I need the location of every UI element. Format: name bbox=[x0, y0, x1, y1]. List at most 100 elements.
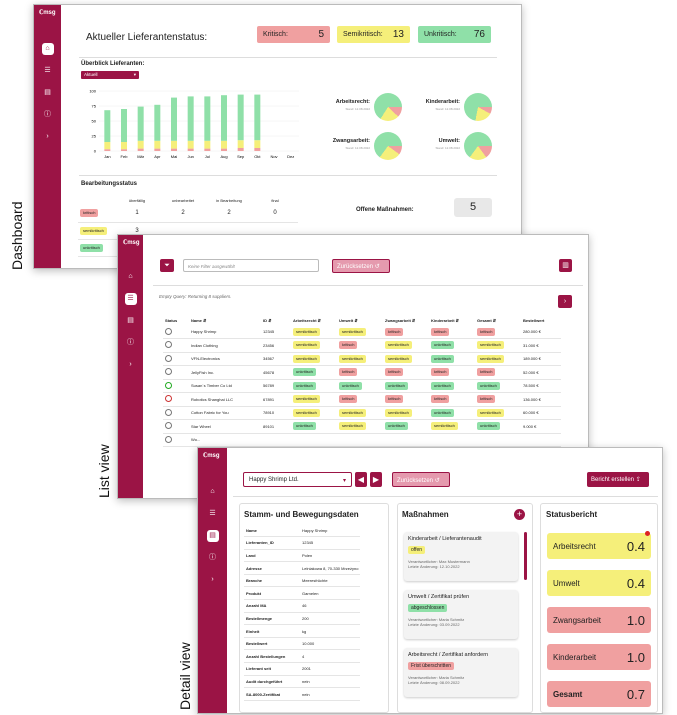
supplier-id: 34567 bbox=[263, 356, 275, 362]
measure-card[interactable]: Umwelt / Zertifikat prüfen abgeschlossen V… bbox=[404, 590, 518, 639]
bar-semikritisch bbox=[121, 142, 127, 150]
status-pill: unkritisch bbox=[477, 381, 500, 390]
column-header[interactable]: ID ⇵ bbox=[261, 315, 291, 325]
reset-icon: ↺ bbox=[374, 264, 380, 270]
y-tick-label: 0 bbox=[94, 149, 97, 154]
column-header[interactable]: Gesamt ⇵ bbox=[475, 315, 521, 325]
measure-status: offen bbox=[408, 546, 426, 554]
expand-icon[interactable]: › bbox=[207, 574, 219, 586]
bar-unkritisch bbox=[137, 106, 144, 141]
field-label: Bestellwert bbox=[246, 641, 268, 647]
field-value: 46 bbox=[302, 603, 307, 609]
field-label: Bestellmenge bbox=[246, 615, 273, 621]
info-icon[interactable]: ⓘ bbox=[125, 337, 137, 349]
column-header[interactable]: Arbeitsrecht ⇵ bbox=[291, 315, 337, 325]
column-header[interactable]: Status bbox=[163, 315, 189, 325]
open-measures-value: 5 bbox=[454, 198, 492, 217]
sidebar: ℂmsg ⌂ ☰ ▤ ⓘ › bbox=[34, 5, 61, 268]
order-value: 78.500 € bbox=[523, 383, 539, 389]
column-header[interactable]: Bestellwert bbox=[521, 315, 561, 325]
list-icon[interactable]: ☰ bbox=[207, 508, 219, 520]
reset-button[interactable]: Zurücksetzen ↺ bbox=[332, 259, 390, 273]
column-header[interactable]: Kinderarbeit ⇵ bbox=[429, 315, 475, 325]
status-pill: semikritisch bbox=[477, 341, 504, 350]
measures-scrollbar[interactable] bbox=[524, 532, 527, 580]
status-row: Arbeitsrecht 0.4 bbox=[547, 533, 651, 559]
x-tick-label: Jan bbox=[104, 154, 110, 159]
map-button[interactable]: ▥ bbox=[559, 259, 572, 272]
status-label: Kinderarbeit bbox=[553, 652, 597, 662]
dashboard-window: ℂmsg ⌂ ☰ ▤ ⓘ › Aktueller Lieferantenstat… bbox=[33, 4, 522, 269]
overview-title: Überblick Lieferanten: bbox=[81, 61, 145, 67]
status-pill: semikritisch bbox=[385, 354, 412, 363]
table-row[interactable]: JellyFish Inc. 45678 unkritisch kritisch kri… bbox=[163, 366, 561, 379]
status-pill: semikritisch bbox=[339, 354, 366, 363]
list-icon[interactable]: ☰ bbox=[124, 293, 137, 305]
filter-icon: ⏷ bbox=[164, 262, 170, 269]
reset-button[interactable]: Zurücksetzen ↺ bbox=[392, 472, 450, 487]
supplier-id: 67891 bbox=[263, 396, 275, 402]
measure-card[interactable]: Kinderarbeit / Lieferantenaudit offen Vera… bbox=[404, 532, 518, 581]
brand-logo: ℂmsg bbox=[203, 453, 220, 459]
bar-kritisch bbox=[137, 148, 144, 151]
info-icon[interactable]: ⓘ bbox=[207, 552, 219, 564]
dashboard-icon[interactable]: ⌂ bbox=[41, 43, 54, 55]
bar-semikritisch bbox=[171, 140, 177, 149]
detail-icon[interactable]: ▤ bbox=[42, 87, 54, 99]
table-row[interactable]: Cotton Fabric for You 78910 semikritisch se… bbox=[163, 406, 561, 420]
add-measure-button[interactable]: + bbox=[514, 509, 525, 520]
reset-icon: ↺ bbox=[434, 478, 440, 484]
status-pill: semikritisch bbox=[293, 395, 320, 404]
supplier-id: 56789 bbox=[263, 383, 275, 389]
list-icon[interactable]: ☰ bbox=[42, 65, 54, 77]
prev-button[interactable]: ◀ bbox=[355, 472, 367, 487]
y-tick-label: 100 bbox=[89, 89, 96, 94]
status-pill: semikritisch bbox=[339, 327, 366, 336]
table-row[interactable]: Star Wheel 89101 unkritisch semikritisch unk… bbox=[163, 420, 561, 433]
table-row[interactable]: Indian Clothing 23456 semikritisch kritisch… bbox=[163, 339, 561, 352]
table-row[interactable]: Wo... bbox=[163, 433, 561, 447]
status-value: 1.0 bbox=[626, 612, 645, 628]
x-tick-label: Jun bbox=[187, 154, 193, 159]
measure-date: Letzte Änderung: 08.09.2022 bbox=[408, 680, 460, 685]
measure-card[interactable]: Arbeitsrecht / Zertifikat anfordern Frist… bbox=[404, 648, 518, 697]
status-row: Umwelt 0.4 bbox=[547, 570, 651, 596]
next-button[interactable]: ▶ bbox=[370, 472, 382, 487]
bar-semikritisch bbox=[204, 140, 211, 149]
field-value: nein bbox=[302, 691, 310, 697]
status-icon bbox=[165, 395, 172, 403]
status-pill: unkritisch bbox=[431, 408, 454, 417]
measure-date: Letzte Änderung: 03.09.2022 bbox=[408, 622, 460, 627]
report-button[interactable]: Bericht erstellen ⇪ bbox=[587, 472, 649, 487]
filter-button[interactable]: ⏷ bbox=[160, 259, 174, 272]
table-row[interactable]: Susan´s Timber Co Ltd 56789 unkritisch unkr… bbox=[163, 379, 561, 393]
detail-icon[interactable]: ▤ bbox=[206, 530, 219, 542]
next-button[interactable]: › bbox=[558, 295, 572, 308]
open-measures-label: Offene Maßnahmen: bbox=[356, 207, 414, 213]
supplier-name: VFN-Electronics bbox=[191, 356, 220, 362]
filter-input[interactable]: Keine Filter ausgewählt bbox=[183, 259, 319, 272]
supplier-id: 23456 bbox=[263, 342, 275, 348]
table-row[interactable]: VFN-Electronics 34567 semikritisch semikrit… bbox=[163, 352, 561, 366]
info-icon[interactable]: ⓘ bbox=[42, 109, 54, 121]
dashboard-icon[interactable]: ⌂ bbox=[207, 486, 219, 498]
expand-icon[interactable]: › bbox=[125, 359, 137, 371]
column-header[interactable]: Name ⇵ bbox=[189, 315, 261, 325]
order-value: 52.000 € bbox=[523, 369, 539, 375]
column-header[interactable]: Zwangsarbeit ⇵ bbox=[383, 315, 429, 325]
bar-semikritisch bbox=[254, 140, 261, 148]
status-pill: unkritisch bbox=[431, 381, 454, 390]
dashboard-icon[interactable]: ⌂ bbox=[125, 271, 137, 283]
measures-panel: Maßnahmen + Kinderarbeit / Lieferantenau… bbox=[397, 503, 533, 713]
expand-icon[interactable]: › bbox=[42, 131, 54, 143]
status-pill: semikritisch bbox=[80, 226, 107, 235]
detail-icon[interactable]: ▤ bbox=[125, 315, 137, 327]
column-header[interactable]: Umwelt ⇵ bbox=[337, 315, 383, 325]
period-select[interactable]: Aktuell ▾ bbox=[81, 71, 139, 79]
table-row[interactable]: Robotics Shanghai LLC 67891 semikritisch kr… bbox=[163, 393, 561, 406]
status-pill: kritisch bbox=[385, 395, 404, 404]
pie-date: Stand: 12.08.2022 bbox=[435, 146, 460, 150]
supplier-select[interactable]: Happy Shrimp Ltd. ▾ bbox=[243, 472, 352, 487]
bar-kritisch bbox=[121, 149, 127, 151]
table-row[interactable]: Happy Shrimp 12345 semikritisch semikritisc… bbox=[163, 325, 561, 339]
